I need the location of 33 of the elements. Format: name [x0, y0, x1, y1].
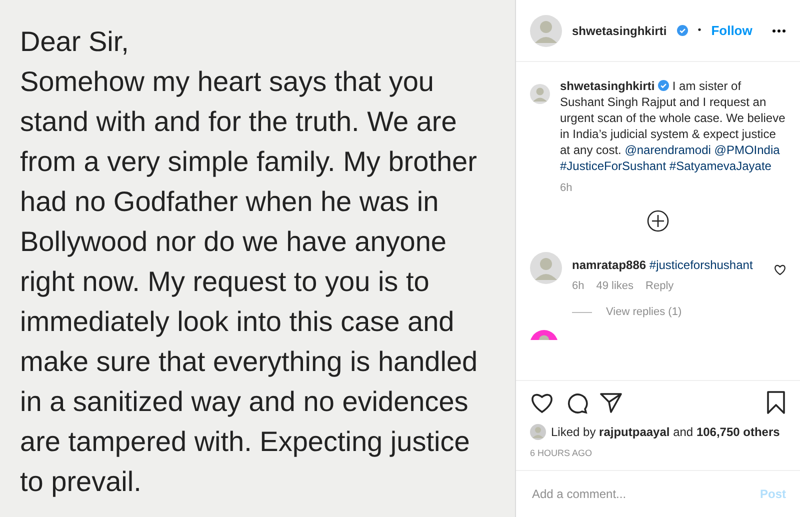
- tag-link[interactable]: @PMOIndia: [714, 143, 780, 157]
- username-link[interactable]: shwetasinghkirti: [572, 24, 667, 38]
- tag-link[interactable]: @narendramodi: [624, 143, 711, 157]
- note-text-line: make sure that everything is handled: [20, 345, 478, 379]
- note-text-line: Somehow my heart says that you: [20, 65, 434, 99]
- note-text-line: stand with and for the truth. We are: [20, 105, 457, 139]
- note-text-line: Dear Sir,: [20, 25, 129, 59]
- note-text-line: Bollywood nor do we have anyone: [20, 225, 447, 259]
- tag-link[interactable]: #SatyamevaJayate: [669, 159, 772, 173]
- note-text-line: to prevail.: [20, 465, 142, 499]
- share-icon[interactable]: [600, 392, 622, 414]
- comment-username[interactable]: namratap886: [572, 258, 646, 272]
- caption-text: shwetasinghkirti I am sister of Sushant Singh Rajput and I request an urgent scan of the whole case. We believe in India’s judicial system & expect justice at any cost. @narendramodi @PMOIndia #JusticeForSushant #SatyamevaJayate: [560, 78, 786, 174]
- note-text-line: are tampered with. Expecting justice: [20, 425, 470, 459]
- comment-icon[interactable]: [566, 392, 588, 414]
- note-text-line: right now. My request to you is to: [20, 265, 430, 299]
- like-icon[interactable]: [530, 392, 554, 414]
- hashtag-link[interactable]: #justiceforshushant: [649, 258, 753, 272]
- post-timestamp: 6 HOURS AGO: [530, 448, 594, 458]
- heart-icon[interactable]: [774, 264, 786, 276]
- load-more-comments-icon[interactable]: [647, 210, 669, 232]
- caption-username[interactable]: shwetasinghkirti: [560, 79, 655, 93]
- note-text-line: had no Godfather when he was in: [20, 185, 439, 219]
- post-time: 6h: [560, 182, 572, 194]
- note-text-line: in a sanitized way and no evidences: [20, 385, 468, 419]
- more-options-icon[interactable]: [772, 28, 786, 32]
- likes-summary: Liked by rajputpaayal and 106,750 others: [551, 425, 780, 439]
- note-text-line: immediately look into this case and: [20, 305, 454, 339]
- separator-dot: •: [698, 25, 702, 36]
- bookmark-icon[interactable]: [766, 391, 786, 415]
- tag-link[interactable]: #JusticeForSushant: [560, 159, 666, 173]
- note-text-line: from a very simple family. My brother: [20, 145, 477, 179]
- comment-time: 6h: [572, 280, 584, 292]
